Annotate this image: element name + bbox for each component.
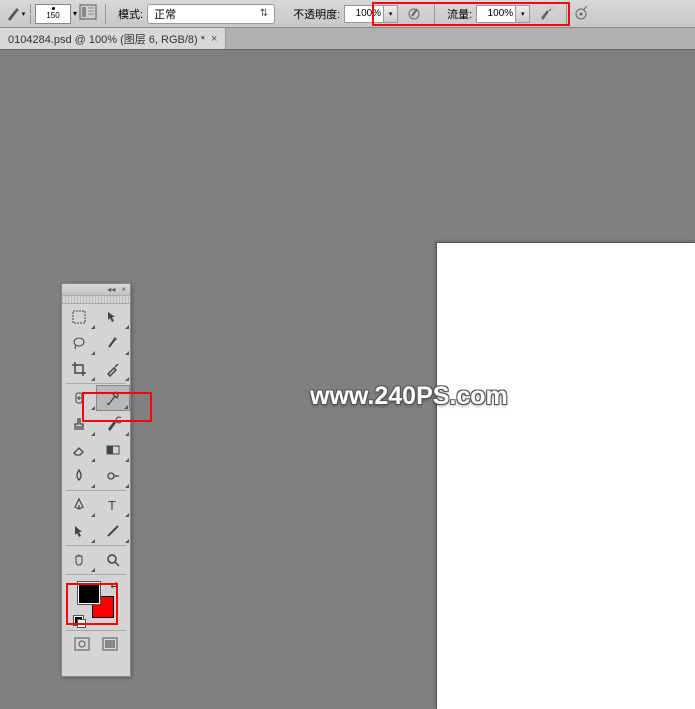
brush-tool[interactable] xyxy=(96,385,130,411)
type-tool[interactable]: T xyxy=(96,492,130,518)
foreground-color-swatch[interactable] xyxy=(78,582,100,604)
canvas[interactable] xyxy=(436,242,695,709)
airbrush-icon[interactable] xyxy=(536,4,556,24)
brush-panel-toggle-icon[interactable] xyxy=(79,4,101,24)
shape-tool[interactable] xyxy=(96,518,130,544)
tools-panel: ◂◂ × T ⇄ xyxy=(61,283,131,677)
color-swatches: ⇄ xyxy=(74,580,118,626)
close-tab-icon[interactable]: × xyxy=(211,33,217,45)
flow-input[interactable]: 100% xyxy=(476,5,516,23)
move-tool[interactable] xyxy=(96,304,130,330)
flow-dropdown[interactable]: ▾ xyxy=(516,5,530,23)
opacity-label: 不透明度: xyxy=(293,6,340,22)
document-tab-title: 0104284.psd @ 100% (图层 6, RGB/8) * xyxy=(8,31,205,47)
panel-header[interactable]: ◂◂ × xyxy=(62,284,130,296)
eyedropper-tool[interactable] xyxy=(96,356,130,382)
opacity-input[interactable]: 100% xyxy=(344,5,384,23)
blend-mode-select[interactable]: 正常 ⇅ xyxy=(147,4,275,24)
eraser-tool[interactable] xyxy=(62,437,96,463)
lasso-tool[interactable] xyxy=(62,330,96,356)
pen-tool[interactable] xyxy=(62,492,96,518)
hand-tool[interactable] xyxy=(62,547,96,573)
flow-label: 流量: xyxy=(447,6,472,22)
healing-brush-tool[interactable] xyxy=(62,385,96,411)
swap-colors-icon[interactable]: ⇄ xyxy=(110,580,118,591)
dodge-tool[interactable] xyxy=(96,463,130,489)
stamp-tool[interactable] xyxy=(62,411,96,437)
path-selection-tool[interactable] xyxy=(62,518,96,544)
mode-label: 模式: xyxy=(118,6,143,22)
dropdown-arrows-icon: ⇅ xyxy=(260,8,268,19)
brush-tool-icon[interactable]: ▾ xyxy=(4,4,26,24)
marquee-tool[interactable] xyxy=(62,304,96,330)
opacity-dropdown[interactable]: ▾ xyxy=(384,5,398,23)
document-tab[interactable]: 0104284.psd @ 100% (图层 6, RGB/8) * × xyxy=(0,28,226,49)
brush-preset-picker[interactable]: 150 xyxy=(35,4,71,24)
close-panel-icon[interactable]: × xyxy=(121,285,126,294)
history-brush-tool[interactable] xyxy=(96,411,130,437)
brush-size-value: 150 xyxy=(46,11,59,20)
zoom-tool[interactable] xyxy=(96,547,130,573)
svg-text:T: T xyxy=(108,498,116,513)
quickmask-icon[interactable] xyxy=(74,637,90,651)
blur-tool[interactable] xyxy=(62,463,96,489)
watermark-text: www.240PS.com xyxy=(310,382,508,411)
gradient-tool[interactable] xyxy=(96,437,130,463)
default-colors-icon[interactable] xyxy=(74,616,84,626)
options-bar: ▾ 150 ▾ 模式: 正常 ⇅ 不透明度: 100% ▾ 流量: 100% ▾ xyxy=(0,0,695,28)
panel-grip[interactable] xyxy=(62,296,130,304)
tablet-opacity-icon[interactable] xyxy=(404,4,424,24)
screenmode-icon[interactable] xyxy=(102,637,118,651)
blend-mode-value: 正常 xyxy=(154,6,176,22)
crop-tool[interactable] xyxy=(62,356,96,382)
magic-wand-tool[interactable] xyxy=(96,330,130,356)
collapse-icon[interactable]: ◂◂ xyxy=(107,285,115,294)
document-tab-bar: 0104284.psd @ 100% (图层 6, RGB/8) * × xyxy=(0,28,695,50)
tablet-size-icon[interactable] xyxy=(571,4,591,24)
